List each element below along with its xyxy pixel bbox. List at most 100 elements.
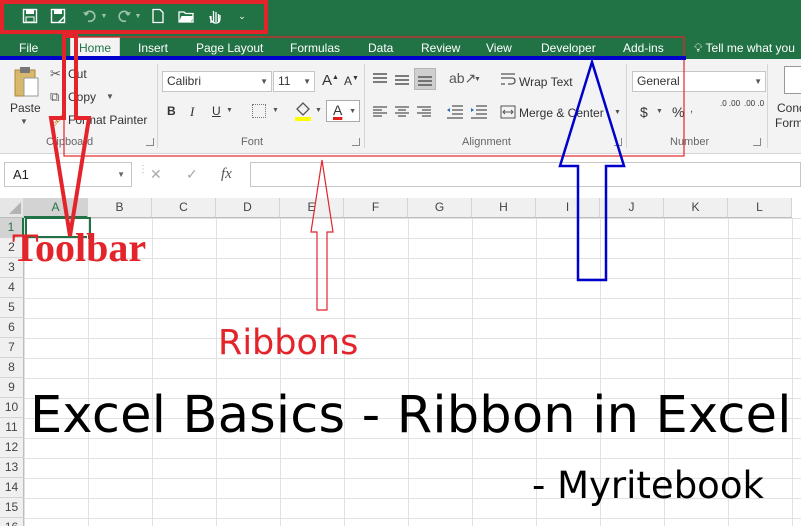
- column-header[interactable]: H: [472, 198, 536, 218]
- column-header[interactable]: E: [280, 198, 344, 218]
- select-all-corner[interactable]: [0, 198, 24, 218]
- touch-mode-icon[interactable]: [205, 6, 225, 26]
- save-as-icon[interactable]: [48, 6, 68, 26]
- tab-developer[interactable]: Developer: [541, 38, 596, 59]
- underline-dropdown-icon[interactable]: ▼: [226, 107, 233, 114]
- column-header[interactable]: I: [536, 198, 600, 218]
- insert-function-icon[interactable]: fx: [221, 166, 232, 183]
- save-icon[interactable]: [20, 6, 40, 26]
- row-header[interactable]: 9: [0, 378, 24, 398]
- align-bottom-icon[interactable]: [414, 68, 436, 90]
- tab-addins[interactable]: Add-ins: [623, 38, 664, 59]
- enter-icon[interactable]: ✓: [186, 166, 198, 183]
- number-launcher-icon[interactable]: [753, 138, 761, 146]
- copy-button[interactable]: Copy: [68, 90, 96, 104]
- row-header[interactable]: 12: [0, 438, 24, 458]
- increase-decimal-button[interactable]: .0 .00: [720, 99, 740, 108]
- conditional-formatting-icon[interactable]: [784, 66, 801, 94]
- wrap-text-button[interactable]: Wrap Text: [519, 75, 573, 89]
- row-header[interactable]: 7: [0, 338, 24, 358]
- tab-home[interactable]: Home: [70, 37, 121, 59]
- column-header[interactable]: A: [24, 198, 88, 218]
- borders-dropdown-icon[interactable]: ▼: [272, 107, 279, 114]
- paste-icon[interactable]: [12, 66, 40, 100]
- tell-me-box[interactable]: 💡︎ Tell me what you: [694, 38, 795, 59]
- align-right-icon[interactable]: [416, 106, 432, 121]
- alignment-launcher-icon[interactable]: [614, 138, 622, 146]
- orientation-dropdown-icon[interactable]: ▼: [474, 76, 481, 83]
- column-header[interactable]: K: [664, 198, 728, 218]
- new-file-icon[interactable]: [148, 6, 168, 26]
- align-left-icon[interactable]: [372, 106, 388, 121]
- merge-center-button[interactable]: Merge & Center: [519, 106, 604, 120]
- column-header[interactable]: G: [408, 198, 472, 218]
- group-divider: [626, 64, 627, 148]
- clipboard-launcher-icon[interactable]: [146, 138, 154, 146]
- underline-button[interactable]: U: [212, 104, 221, 118]
- conditional-formatting-label-1[interactable]: Cond: [777, 101, 801, 115]
- currency-dropdown-icon[interactable]: ▼: [656, 108, 663, 115]
- borders-icon[interactable]: [252, 104, 266, 118]
- undo-dropdown-icon[interactable]: ▼: [100, 6, 108, 26]
- merge-center-dropdown-icon[interactable]: ▼: [614, 109, 621, 116]
- row-header[interactable]: 14: [0, 478, 24, 498]
- cut-button[interactable]: Cut: [68, 67, 87, 81]
- row-header[interactable]: 4: [0, 278, 24, 298]
- column-header[interactable]: J: [600, 198, 664, 218]
- paste-button[interactable]: Paste: [10, 101, 41, 115]
- row-header[interactable]: 8: [0, 358, 24, 378]
- italic-button[interactable]: I: [190, 104, 194, 120]
- cancel-icon[interactable]: ✕: [150, 166, 162, 183]
- decrease-decimal-button[interactable]: .00 .0: [744, 99, 764, 108]
- fill-color-icon[interactable]: [294, 101, 312, 124]
- copy-dropdown-icon[interactable]: ▼: [106, 92, 114, 101]
- comma-style-icon[interactable]: ,: [690, 103, 693, 115]
- paste-dropdown-icon[interactable]: ▼: [20, 117, 28, 126]
- customize-dropdown-icon[interactable]: ⌄: [234, 6, 250, 26]
- tab-file[interactable]: File: [19, 38, 38, 59]
- align-top-icon[interactable]: [372, 72, 388, 89]
- undo-icon[interactable]: [80, 6, 100, 26]
- column-header[interactable]: D: [216, 198, 280, 218]
- row-header[interactable]: 6: [0, 318, 24, 338]
- bold-button[interactable]: B: [167, 104, 176, 118]
- row-header[interactable]: 11: [0, 418, 24, 438]
- font-size-select[interactable]: 11 ▼: [273, 71, 315, 92]
- align-middle-icon[interactable]: [394, 72, 410, 89]
- formula-input[interactable]: [250, 162, 801, 187]
- tab-page-layout[interactable]: Page Layout: [196, 38, 263, 59]
- increase-indent-icon[interactable]: [470, 105, 488, 122]
- font-launcher-icon[interactable]: [352, 138, 360, 146]
- tab-insert[interactable]: Insert: [138, 38, 168, 59]
- tab-review[interactable]: Review: [421, 38, 460, 59]
- decrease-indent-icon[interactable]: [446, 105, 464, 122]
- conditional-formatting-label-2[interactable]: Form: [775, 116, 801, 130]
- tab-data[interactable]: Data: [368, 38, 393, 59]
- orientation-icon[interactable]: ab↗: [449, 70, 476, 87]
- redo-dropdown-icon[interactable]: ▼: [134, 6, 142, 26]
- number-format-select[interactable]: General ▼: [632, 71, 766, 92]
- row-header[interactable]: 16: [0, 518, 24, 526]
- align-center-icon[interactable]: [394, 106, 410, 121]
- name-box[interactable]: A1 ▼: [4, 162, 132, 187]
- redo-icon[interactable]: [114, 6, 134, 26]
- open-folder-icon[interactable]: [176, 6, 196, 26]
- row-header[interactable]: 5: [0, 298, 24, 318]
- tab-formulas[interactable]: Formulas: [290, 38, 340, 59]
- fill-color-dropdown-icon[interactable]: ▼: [315, 107, 322, 114]
- row-header[interactable]: 10: [0, 398, 24, 418]
- format-painter-button[interactable]: Format Painter: [68, 113, 147, 127]
- percent-button[interactable]: %: [672, 104, 684, 120]
- row-header[interactable]: 13: [0, 458, 24, 478]
- font-name-select[interactable]: Calibri ▼: [162, 71, 272, 92]
- column-header[interactable]: L: [728, 198, 792, 218]
- font-color-button[interactable]: A ▼: [326, 100, 360, 122]
- row-header[interactable]: 15: [0, 498, 24, 518]
- decrease-font-size-icon[interactable]: A▼: [344, 74, 359, 88]
- currency-button[interactable]: $: [640, 104, 648, 120]
- column-header[interactable]: B: [88, 198, 152, 218]
- increase-font-size-icon[interactable]: A▲: [322, 72, 339, 89]
- tab-view[interactable]: View: [486, 38, 512, 59]
- column-header[interactable]: C: [152, 198, 216, 218]
- column-header[interactable]: F: [344, 198, 408, 218]
